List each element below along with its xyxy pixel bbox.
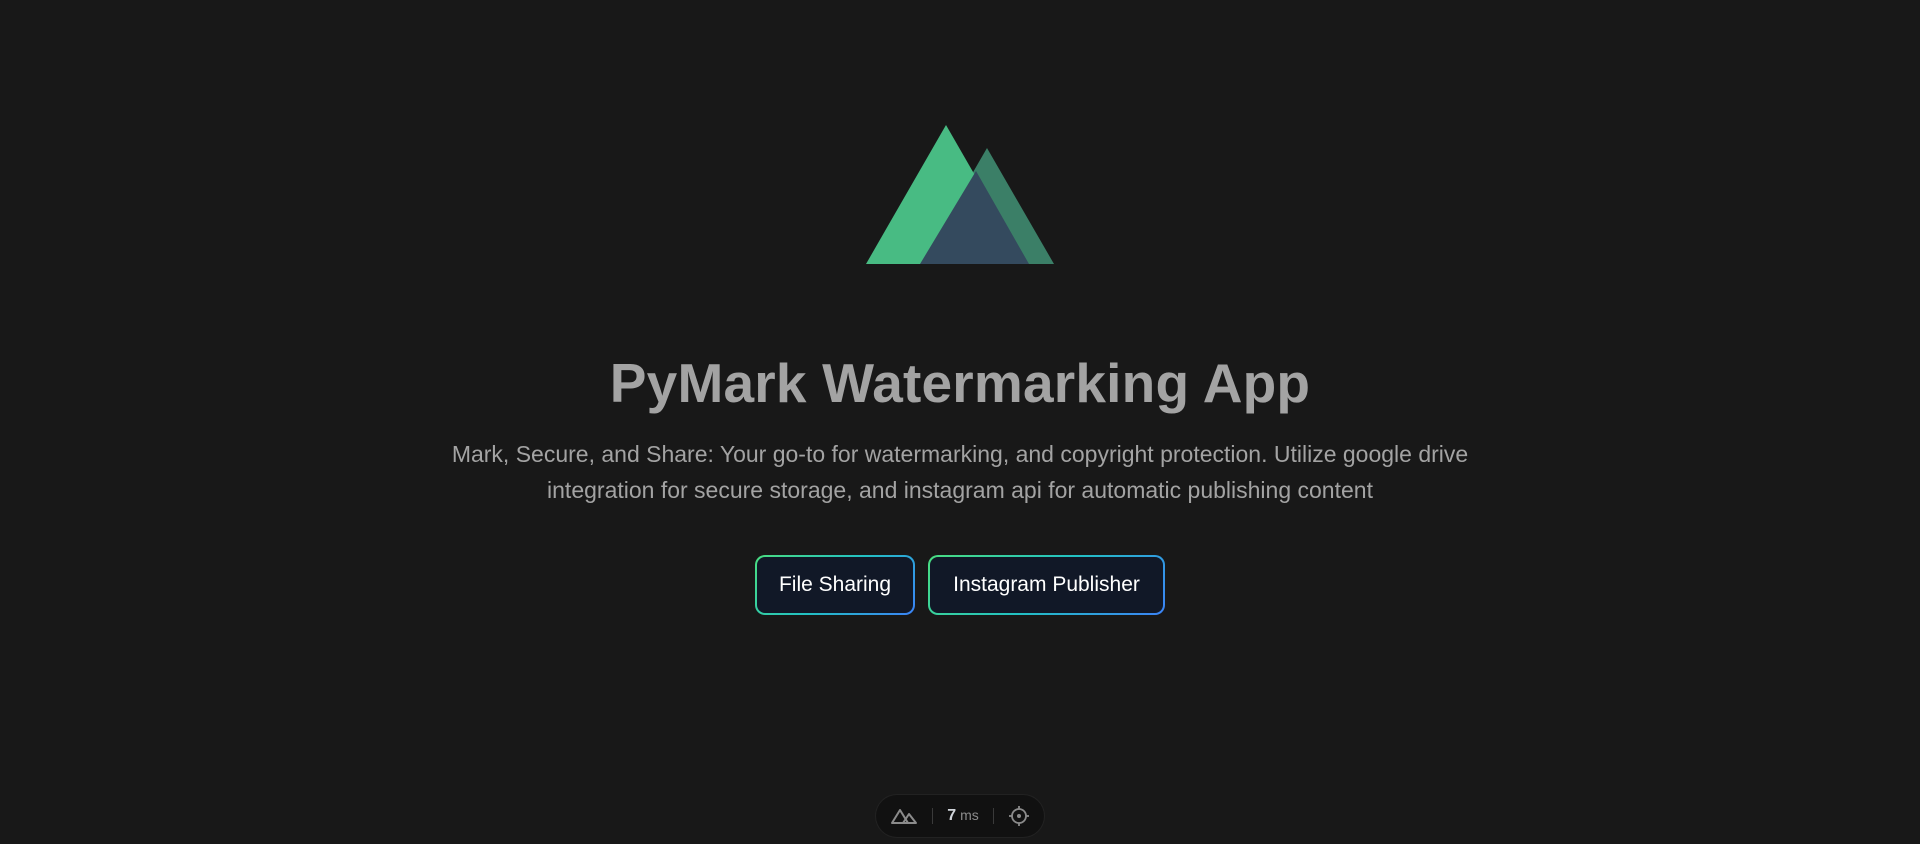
instagram-publisher-label: Instagram Publisher — [930, 557, 1163, 613]
instagram-publisher-button[interactable]: Instagram Publisher — [928, 555, 1165, 615]
render-time-value: 7 — [947, 807, 957, 824]
render-time-unit: ms — [960, 807, 979, 823]
devbar-divider — [932, 808, 934, 824]
file-sharing-label: File Sharing — [757, 557, 913, 613]
home-page: PyMark Watermarking App Mark, Secure, an… — [0, 0, 1920, 844]
file-sharing-button[interactable]: File Sharing — [755, 555, 915, 615]
page-title: PyMark Watermarking App — [609, 352, 1311, 414]
nuxt-icon[interactable] — [890, 807, 918, 825]
nuxt-devtools-bar: 7 ms — [876, 795, 1044, 837]
page-description: Mark, Secure, and Share: Your go-to for … — [451, 441, 1469, 503]
devbar-divider — [992, 808, 994, 824]
nuxt-logo-icon — [866, 125, 1054, 264]
crosshair-icon[interactable] — [1008, 805, 1030, 827]
action-buttons: File Sharing Instagram Publisher — [0, 555, 1920, 615]
render-time[interactable]: 7 ms — [947, 807, 979, 825]
